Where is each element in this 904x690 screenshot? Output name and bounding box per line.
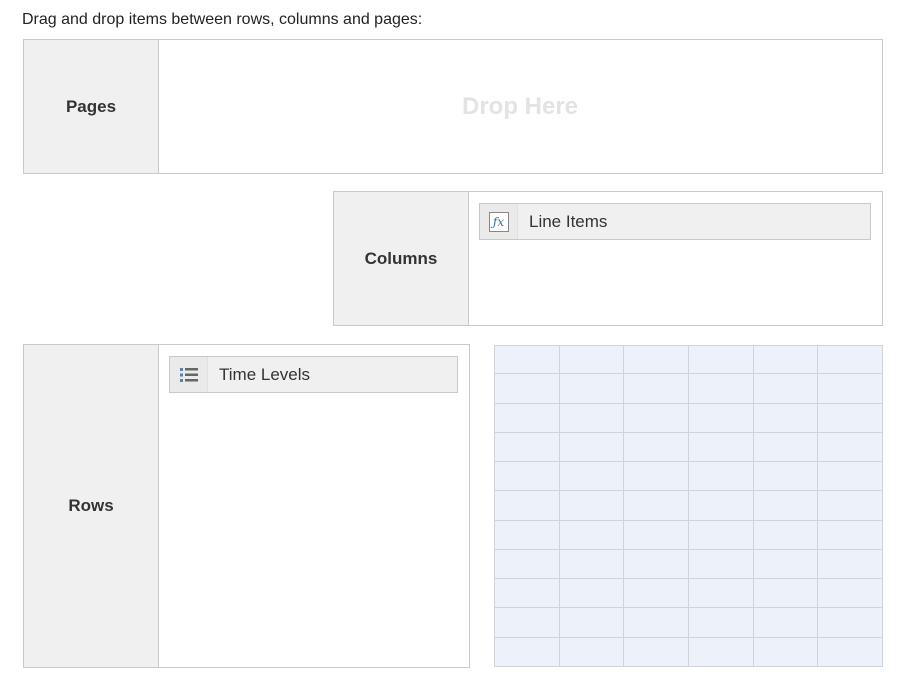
grid-cell: [494, 431, 560, 463]
grid-cell: [558, 490, 625, 521]
grid-cell: [752, 461, 819, 492]
chip-icon-container: ƒx: [480, 204, 518, 239]
grid-cell: [817, 373, 883, 404]
grid-cell: [494, 607, 560, 638]
grid-cell: [752, 344, 819, 375]
instructions-text: Drag and drop items between rows, column…: [22, 11, 423, 28]
grid-cell: [817, 490, 883, 521]
time-levels-chip[interactable]: Time Levels: [169, 356, 458, 393]
grid-cell: [687, 373, 754, 404]
grid-cell: [494, 548, 560, 580]
columns-zone-label: Columns: [334, 192, 469, 325]
grid-cell: [687, 344, 754, 375]
grid-cell: [494, 344, 560, 375]
grid-cell: [494, 461, 560, 492]
grid-cell: [817, 636, 883, 668]
grid-cell: [687, 461, 754, 492]
grid-cell: [752, 373, 819, 404]
list-icon: [179, 367, 198, 382]
grid-cell: [494, 519, 560, 550]
grid-row: [494, 402, 883, 433]
grid-cell: [817, 402, 883, 433]
grid-cell: [687, 548, 754, 580]
grid-cell: [494, 402, 560, 433]
chip-label: Time Levels: [219, 364, 311, 384]
columns-drop-zone[interactable]: Columns ƒx Line Items: [333, 191, 883, 326]
grid-cell: [494, 636, 560, 668]
grid-cell: [494, 490, 560, 521]
grid-cell: [623, 431, 689, 463]
grid-cell: [623, 636, 689, 668]
rows-zone-label: Rows: [24, 345, 159, 667]
grid-cell: [752, 490, 819, 521]
grid-cell: [817, 607, 883, 638]
grid-cell: [623, 519, 689, 550]
grid-cell: [558, 431, 625, 463]
rows-drop-zone[interactable]: Rows Time Levels: [23, 344, 470, 668]
grid-cell: [558, 607, 625, 638]
grid-cell: [687, 431, 754, 463]
grid-cell: [817, 578, 883, 609]
grid-cell: [558, 636, 625, 668]
pages-drop-zone[interactable]: Pages Drop Here: [23, 39, 883, 174]
grid-cell: [752, 607, 819, 638]
grid-cell: [558, 461, 625, 492]
grid-cell: [687, 519, 754, 550]
grid-cell: [623, 344, 689, 375]
grid-row: [494, 548, 883, 580]
chip-label: Line Items: [529, 211, 608, 231]
preview-grid: [494, 344, 883, 668]
grid-cell: [558, 344, 625, 375]
pages-zone-label: Pages: [24, 40, 159, 173]
grid-row: [494, 373, 883, 404]
grid-cell: [623, 490, 689, 521]
grid-cell: [558, 578, 625, 609]
grid-row: [494, 461, 883, 492]
grid-cell: [752, 402, 819, 433]
grid-cell: [817, 461, 883, 492]
columns-drop-area[interactable]: ƒx Line Items: [468, 192, 882, 325]
grid-cell: [817, 344, 883, 375]
grid-cell: [817, 519, 883, 550]
pages-drop-area[interactable]: Drop Here: [158, 40, 882, 173]
grid-cell: [687, 402, 754, 433]
grid-cell: [558, 548, 625, 580]
grid-cell: [752, 548, 819, 580]
grid-cell: [623, 373, 689, 404]
grid-cell: [752, 431, 819, 463]
grid-cell: [494, 578, 560, 609]
drop-here-hint: Drop Here: [461, 92, 579, 120]
grid-cell: [558, 402, 625, 433]
grid-cell: [494, 373, 560, 404]
grid-cell: [623, 607, 689, 638]
grid-cell: [623, 578, 689, 609]
grid-cell: [623, 402, 689, 433]
grid-cell: [687, 490, 754, 521]
grid-cell: [817, 431, 883, 463]
grid-cell: [623, 461, 689, 492]
grid-cell: [817, 548, 883, 580]
chip-icon-container: [170, 357, 208, 392]
grid-cell: [752, 519, 819, 550]
grid-cell: [558, 519, 625, 550]
grid-row: [494, 578, 883, 609]
grid-cell: [687, 578, 754, 609]
line-items-chip[interactable]: ƒx Line Items: [479, 203, 871, 240]
grid-row: [494, 636, 883, 668]
grid-row: [494, 607, 883, 638]
grid-cell: [623, 548, 689, 580]
grid-cell: [752, 578, 819, 609]
grid-cell: [687, 636, 754, 668]
rows-drop-area[interactable]: Time Levels: [158, 345, 469, 667]
fx-icon: ƒx: [488, 211, 509, 232]
grid-row: [494, 490, 883, 521]
grid-cell: [558, 373, 625, 404]
grid-row: [494, 431, 883, 463]
grid-row: [494, 344, 883, 375]
grid-cell: [687, 607, 754, 638]
grid-row: [494, 519, 883, 550]
grid-cell: [752, 636, 819, 668]
